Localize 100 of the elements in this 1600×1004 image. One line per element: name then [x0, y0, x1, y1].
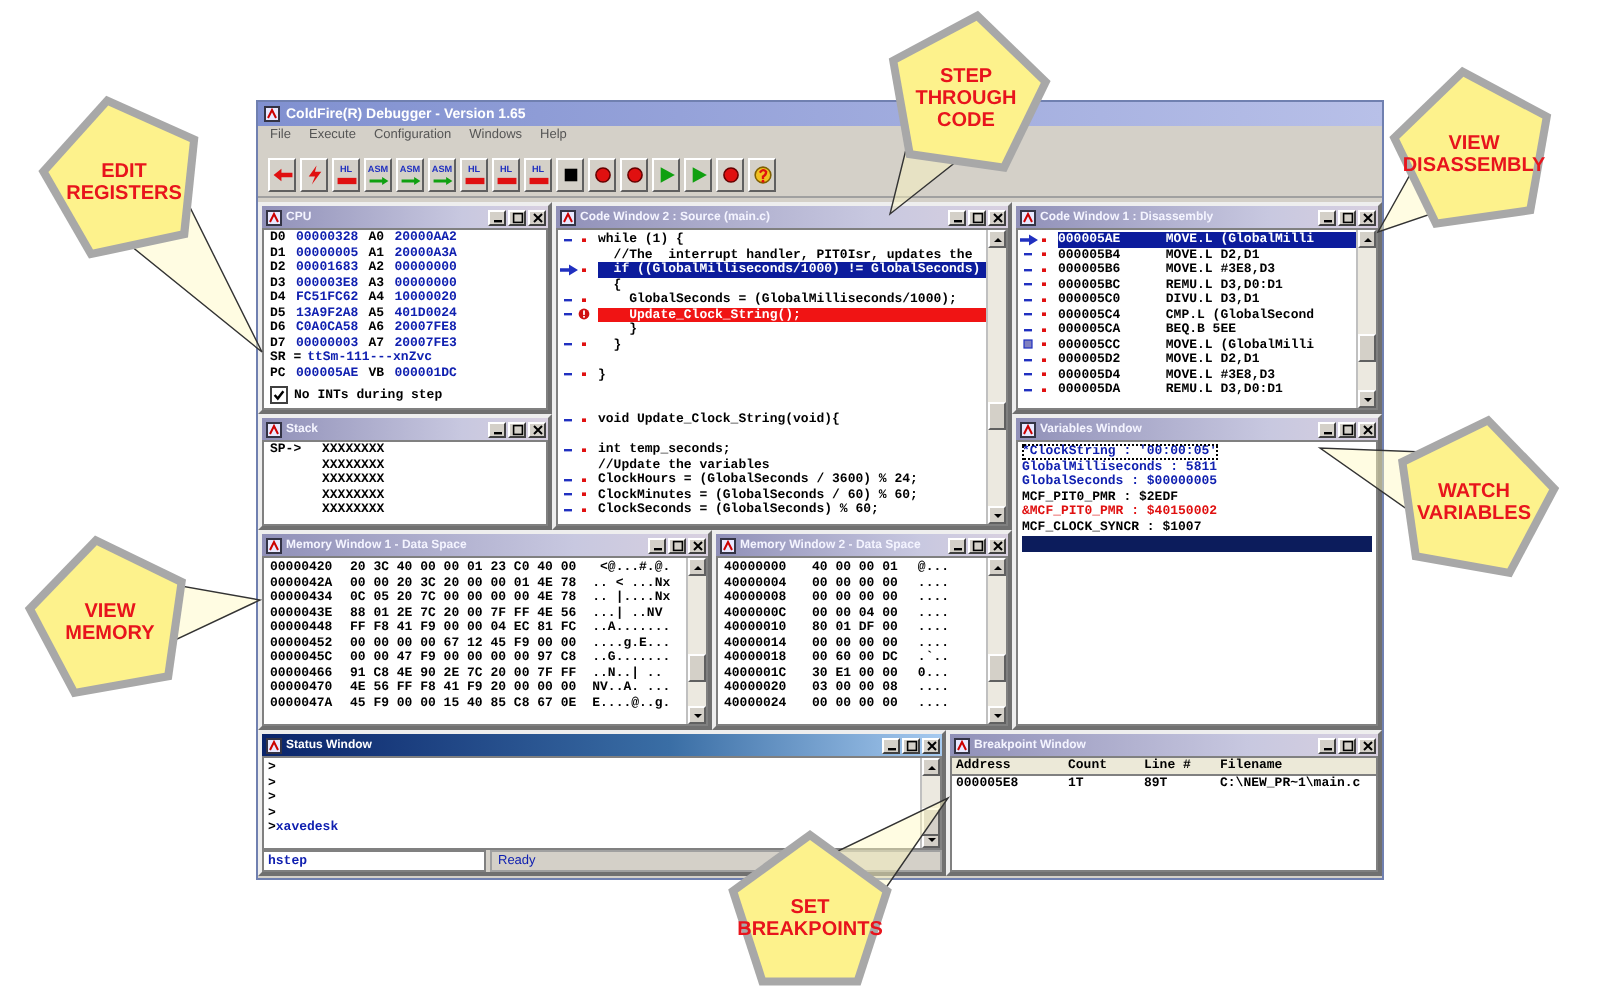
scroll-thumb[interactable] — [988, 402, 1006, 431]
close-icon — [991, 539, 1003, 551]
up-arrow-icon[interactable] — [991, 561, 1003, 573]
minimize-button[interactable] — [948, 537, 966, 553]
dash-icon — [562, 443, 574, 456]
app-icon — [264, 106, 280, 122]
minimize-button[interactable] — [948, 209, 966, 225]
scrollbar[interactable] — [986, 230, 1006, 524]
arrow-right-icon — [1020, 233, 1038, 246]
maximize-button[interactable] — [668, 537, 686, 553]
stop-icon — [559, 163, 581, 185]
play-icon — [655, 163, 677, 185]
toolbar-button[interactable] — [268, 157, 296, 191]
window-icon — [720, 537, 736, 553]
step-into-icon — [463, 175, 485, 185]
close-button[interactable] — [528, 209, 546, 225]
callout-label: EDIT REGISTERS — [66, 161, 182, 205]
maximize-button[interactable] — [968, 209, 986, 225]
scrollbar[interactable] — [920, 758, 940, 848]
toolbar-button[interactable] — [652, 157, 680, 191]
step-arrow-icon — [431, 175, 453, 185]
breakpoint-icon — [591, 163, 613, 185]
down-arrow-icon[interactable] — [991, 709, 1003, 721]
play-icon — [687, 163, 709, 185]
callout-label: WATCH VARIABLES — [1416, 481, 1532, 525]
minimize-button[interactable] — [488, 209, 506, 225]
maximize-button[interactable] — [1338, 421, 1356, 437]
close-button[interactable] — [988, 537, 1006, 553]
minimize-button[interactable] — [1318, 737, 1336, 753]
help-icon — [751, 163, 773, 185]
callout-label: SET BREAKPOINTS — [737, 897, 883, 941]
down-arrow-icon[interactable] — [925, 833, 937, 845]
minimize-button[interactable] — [488, 421, 506, 437]
maximize-icon — [511, 423, 523, 435]
toolbar-button[interactable] — [620, 157, 648, 191]
toolbar-button[interactable] — [748, 157, 776, 191]
scrollbar[interactable] — [1356, 230, 1376, 408]
dash-icon — [562, 338, 574, 351]
close-icon — [531, 211, 543, 223]
down-arrow-icon[interactable] — [991, 509, 1003, 521]
window-icon — [560, 209, 576, 225]
scroll-thumb[interactable] — [922, 808, 940, 837]
maximize-button[interactable] — [968, 537, 986, 553]
marker-square-icon — [1022, 338, 1034, 351]
scroll-thumb[interactable] — [1358, 333, 1376, 362]
maximize-icon — [511, 211, 523, 223]
minimize-button[interactable] — [1318, 421, 1336, 437]
step-into-icon — [495, 175, 517, 185]
minimize-button[interactable] — [882, 737, 900, 753]
down-arrow-icon[interactable] — [691, 709, 703, 721]
toolbar-button[interactable] — [556, 157, 584, 191]
close-button[interactable] — [988, 209, 1006, 225]
maximize-button[interactable] — [508, 209, 526, 225]
toolbar-button[interactable] — [300, 157, 328, 191]
close-button[interactable] — [922, 737, 940, 753]
arrow-left-icon — [271, 163, 293, 185]
maximize-icon — [1341, 211, 1353, 223]
scroll-thumb[interactable] — [688, 654, 706, 682]
close-button[interactable] — [1358, 209, 1376, 225]
close-button[interactable] — [528, 421, 546, 437]
maximize-button[interactable] — [1338, 209, 1356, 225]
dash-icon — [562, 233, 574, 246]
up-arrow-icon[interactable] — [925, 761, 937, 773]
breakpoint-icon — [623, 163, 645, 185]
close-button[interactable] — [1358, 737, 1376, 753]
maximize-icon — [1341, 423, 1353, 435]
minimize-button[interactable] — [648, 537, 666, 553]
window-icon — [1020, 421, 1036, 437]
maximize-button[interactable] — [902, 737, 920, 753]
window-icon — [266, 537, 282, 553]
close-icon — [531, 423, 543, 435]
maximize-icon — [971, 539, 983, 551]
maximize-icon — [1341, 739, 1353, 751]
up-arrow-icon[interactable] — [991, 233, 1003, 245]
toolbar-button[interactable] — [684, 157, 712, 191]
dash-icon — [562, 413, 574, 426]
callout-label: VIEW MEMORY — [65, 601, 155, 645]
step-arrow-icon — [399, 175, 421, 185]
minimize-button[interactable] — [1318, 209, 1336, 225]
close-button[interactable] — [1358, 421, 1376, 437]
toolbar-button[interactable] — [716, 157, 744, 191]
toolbar-button[interactable] — [588, 157, 616, 191]
down-arrow-icon[interactable] — [1361, 393, 1373, 405]
scrollbar[interactable] — [986, 558, 1006, 724]
window-icon — [1020, 209, 1036, 225]
breakpoint-icon — [719, 163, 741, 185]
step-into-icon — [335, 175, 357, 185]
lightning-icon — [303, 163, 325, 185]
scroll-thumb[interactable] — [988, 654, 1006, 682]
close-button[interactable] — [688, 537, 706, 553]
close-icon — [691, 539, 703, 551]
checkbox[interactable] — [270, 386, 288, 404]
up-arrow-icon[interactable] — [1361, 233, 1373, 245]
maximize-button[interactable] — [1338, 737, 1356, 753]
maximize-button[interactable] — [508, 421, 526, 437]
close-icon — [991, 211, 1003, 223]
up-arrow-icon[interactable] — [691, 561, 703, 573]
scrollbar[interactable] — [686, 558, 706, 724]
window-icon — [954, 737, 970, 753]
maximize-icon — [971, 211, 983, 223]
